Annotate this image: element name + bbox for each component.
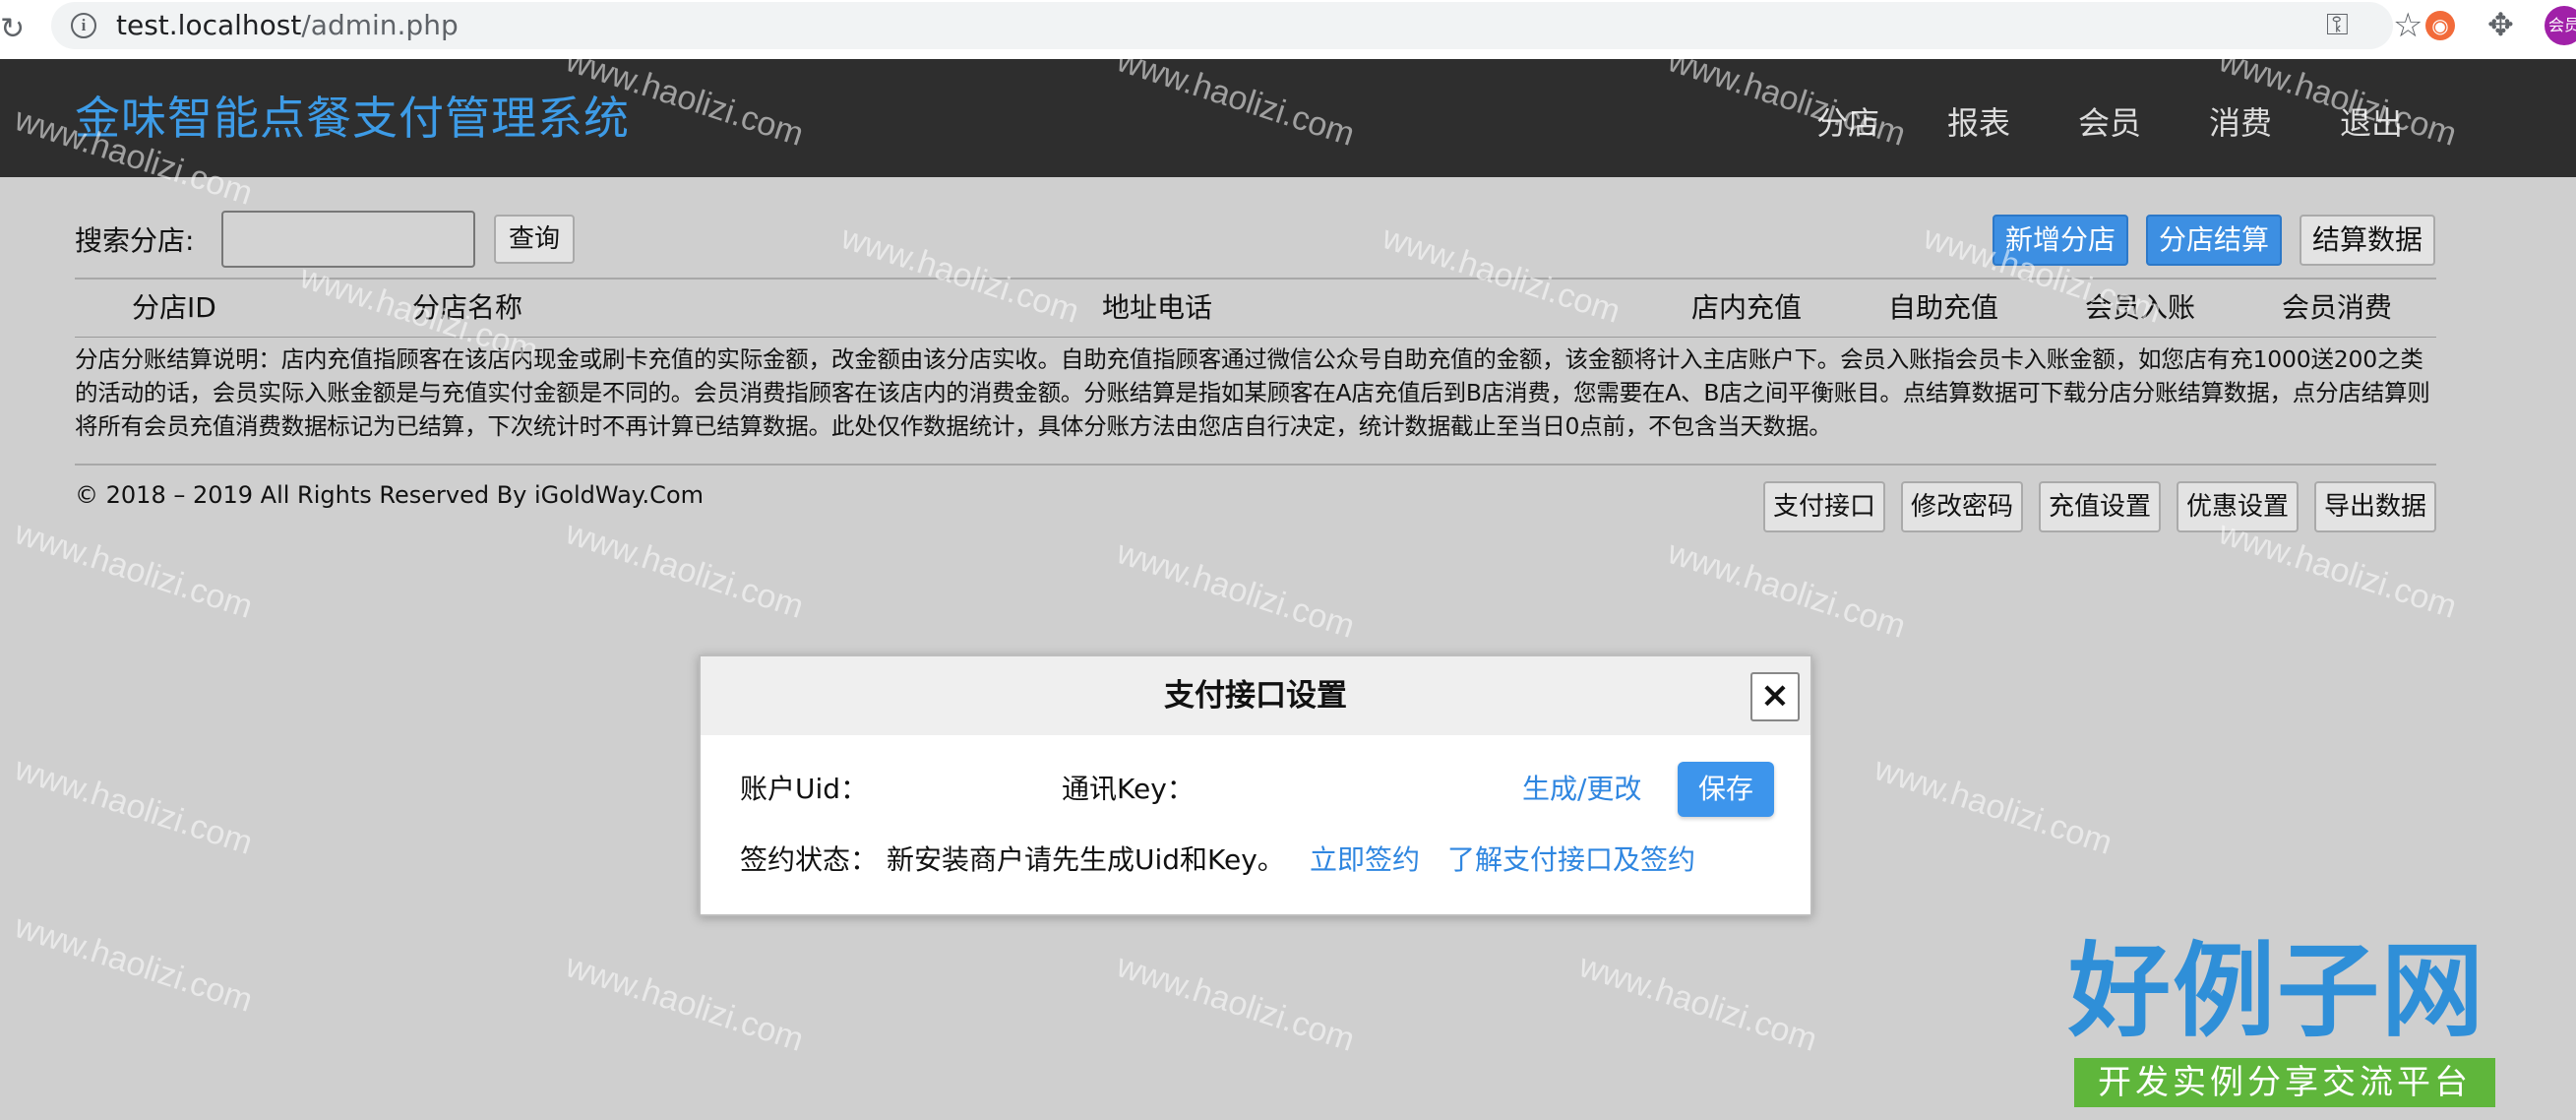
address-bar[interactable]: i test.localhost/admin.php ⚿ ☆ xyxy=(51,2,2423,49)
watermark-text: www.haolizi.com xyxy=(1870,750,2117,862)
url-path: /admin.php xyxy=(301,9,459,41)
payment-settings-dialog: 支付接口设置 × 账户Uid： 通讯Key： 生成/更改 保存 签约状态： 新安… xyxy=(699,654,1812,916)
watermark-logo: 好例子网 xyxy=(2068,930,2486,1051)
col-branch-id: 分店ID xyxy=(132,291,216,324)
generate-change-link[interactable]: 生成/更改 xyxy=(1522,770,1641,809)
uid-label: 账户Uid： xyxy=(740,773,869,805)
add-branch-button[interactable]: 新增分店 xyxy=(1993,215,2128,266)
extension-icon[interactable]: ◉ xyxy=(2425,11,2455,40)
search-input[interactable] xyxy=(221,211,475,268)
app-header: 金味智能点餐支付管理系统 分店 报表 会员 消费 退出 xyxy=(0,59,2576,177)
col-member-credit: 会员入账 xyxy=(2085,291,2196,324)
watermark-text: www.haolizi.com xyxy=(10,907,258,1020)
reload-icon[interactable]: ↻ xyxy=(0,12,25,46)
watermark-text: www.haolizi.com xyxy=(561,947,809,1059)
divider xyxy=(75,464,2436,466)
watermark-text: www.haolizi.com xyxy=(10,514,258,626)
watermark-text: www.haolizi.com xyxy=(1112,947,1360,1059)
browser-toolbar: ↻ i test.localhost/admin.php ⚿ ☆ ◉ ✥ 会员 xyxy=(0,0,2576,61)
watermark-text: www.haolizi.com xyxy=(1378,218,1625,331)
save-button[interactable]: 保存 xyxy=(1678,762,1774,817)
nav-branches[interactable]: 分店 xyxy=(1816,98,1879,148)
sign-now-link[interactable]: 立即签约 xyxy=(1310,840,1420,880)
extensions-puzzle-icon[interactable]: ✥ xyxy=(2487,6,2514,43)
col-store-recharge: 店内充值 xyxy=(1691,291,1803,324)
discount-settings-button[interactable]: 优惠设置 xyxy=(2177,481,2299,532)
bookmark-star-icon[interactable]: ☆ xyxy=(2393,6,2423,45)
settlement-note: 分店分账结算说明：店内充值指顾客在该店内现金或刷卡充值的实际金额，改金额由该分店… xyxy=(75,345,2430,440)
app-title: 金味智能点餐支付管理系统 xyxy=(75,92,630,145)
col-member-consumption: 会员消费 xyxy=(2282,291,2393,324)
copyright-text: © 2018 – 2019 All Rights Reserved By iGo… xyxy=(75,481,704,509)
url-host: test.localhost xyxy=(116,9,302,41)
watermark-text: www.haolizi.com xyxy=(10,750,258,862)
sign-status-value: 新安装商户请先生成Uid和Key。 xyxy=(887,843,1285,876)
nav-consumption[interactable]: 消费 xyxy=(2209,98,2272,148)
divider xyxy=(75,337,2436,338)
key-label: 通讯Key： xyxy=(1062,773,1195,805)
recharge-settings-button[interactable]: 充值设置 xyxy=(2039,481,2161,532)
search-label: 搜索分店: xyxy=(75,224,195,257)
branch-settle-button[interactable]: 分店结算 xyxy=(2146,215,2282,266)
export-data-button[interactable]: 导出数据 xyxy=(2314,481,2436,532)
learn-payment-link[interactable]: 了解支付接口及签约 xyxy=(1447,840,1695,880)
watermark-text: www.haolizi.com xyxy=(836,218,1084,331)
payment-interface-button[interactable]: 支付接口 xyxy=(1763,481,1885,532)
nav-members[interactable]: 会员 xyxy=(2078,98,2141,148)
watermark-logo-subtitle: 开发实例分享交流平台 xyxy=(2074,1058,2495,1107)
col-address-phone: 地址电话 xyxy=(1102,291,1213,324)
change-password-button[interactable]: 修改密码 xyxy=(1901,481,2023,532)
watermark-text: www.haolizi.com xyxy=(1574,947,1822,1059)
col-self-recharge: 自助充值 xyxy=(1888,291,1999,324)
sign-status-label: 签约状态： xyxy=(740,843,879,876)
profile-avatar[interactable]: 会员 xyxy=(2545,6,2576,45)
dialog-title: 支付接口设置 xyxy=(1164,678,1347,714)
info-icon[interactable]: i xyxy=(71,13,96,38)
key-icon[interactable]: ⚿ xyxy=(2326,8,2349,42)
url-text[interactable]: test.localhost/admin.php xyxy=(116,8,459,43)
watermark-text: www.haolizi.com xyxy=(1663,533,1911,646)
settle-data-button[interactable]: 结算数据 xyxy=(2300,215,2435,266)
divider xyxy=(75,278,2436,280)
col-branch-name: 分店名称 xyxy=(412,291,523,324)
watermark-text: www.haolizi.com xyxy=(1112,533,1360,646)
query-button[interactable]: 查询 xyxy=(494,215,575,264)
watermark-text: www.haolizi.com xyxy=(561,514,809,626)
nav-reports[interactable]: 报表 xyxy=(1947,98,2010,148)
close-button[interactable]: × xyxy=(1750,672,1800,721)
nav-logout[interactable]: 退出 xyxy=(2340,98,2403,148)
dialog-header: 支付接口设置 × xyxy=(701,656,1810,735)
